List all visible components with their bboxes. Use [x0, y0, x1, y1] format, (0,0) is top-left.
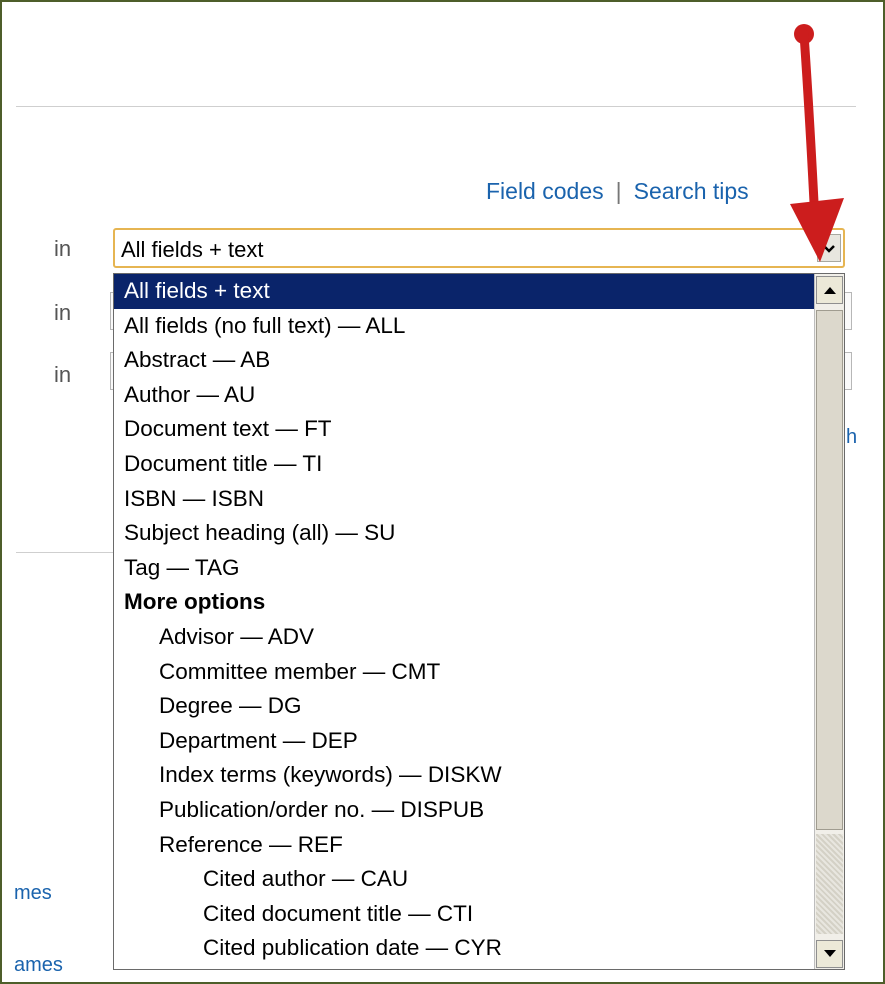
scrollbar-track[interactable]	[816, 834, 843, 934]
dropdown-option[interactable]: Document text — FT	[114, 412, 814, 447]
dropdown-option[interactable]: Cited document title — CTI	[114, 897, 814, 932]
field-codes-link[interactable]: Field codes	[486, 178, 604, 204]
dropdown-option[interactable]: Committee member — CMT	[114, 655, 814, 690]
search-tips-link[interactable]: Search tips	[634, 178, 749, 204]
dropdown-option[interactable]: Advisor — ADV	[114, 620, 814, 655]
in-label-row-1: in	[54, 236, 72, 261]
dropdown-option[interactable]: ISBN — ISBN	[114, 482, 814, 517]
dropdown-options: All fields + text All fields (no full tex…	[114, 274, 814, 969]
dropdown-option[interactable]: Department — DEP	[114, 724, 814, 759]
side-link-names[interactable]: mes	[14, 882, 52, 905]
dropdown-option[interactable]: Cited author — CAU	[114, 862, 814, 897]
side-link-names-2[interactable]: ames	[14, 954, 63, 977]
in-label-row-3: in	[54, 362, 72, 387]
dropdown-scrollbar[interactable]	[814, 274, 844, 969]
dropdown-option[interactable]: Degree — DG	[114, 689, 814, 724]
dropdown-group-header: More options	[124, 589, 266, 615]
dropdown-option[interactable]: Index terms (keywords) — DISKW	[114, 758, 814, 793]
dropdown-option[interactable]: All fields (no full text) — ALL	[114, 309, 814, 344]
side-link-right[interactable]: h	[846, 426, 857, 449]
red-arrow-icon	[790, 24, 844, 262]
help-links: Field codes | Search tips	[486, 178, 749, 205]
dropdown-option[interactable]: Document title — TI	[114, 447, 814, 482]
triangle-up-icon[interactable]	[816, 276, 843, 304]
dropdown-option[interactable]: Tag — TAG	[114, 551, 814, 586]
dropdown-option[interactable]: Subject heading (all) — SU	[114, 516, 814, 551]
scrollbar-thumb[interactable]	[816, 310, 843, 830]
dropdown-option[interactable]: Publication/order no. — DISPUB	[114, 793, 814, 828]
in-label-row-2: in	[54, 300, 72, 325]
search-field-select[interactable]: All fields + text	[113, 228, 845, 268]
link-separator: |	[615, 178, 622, 204]
dropdown-option[interactable]: All fields + text	[114, 274, 814, 309]
dropdown-option[interactable]: Cited publication date — CYR	[114, 931, 814, 966]
dropdown-option[interactable]: Abstract — AB	[114, 343, 814, 378]
dropdown-option[interactable]: Author — AU	[114, 378, 814, 413]
triangle-down-icon[interactable]	[816, 940, 843, 968]
dropdown-option[interactable]: Reference — REF	[114, 828, 814, 863]
search-field-select-value: All fields + text	[121, 237, 264, 262]
section-divider	[16, 552, 116, 553]
page-frame: Field codes | Search tips in in in mes ame…	[0, 0, 885, 984]
header-divider	[16, 106, 856, 107]
search-field-dropdown-list[interactable]: All fields + text All fields (no full tex…	[113, 273, 845, 970]
